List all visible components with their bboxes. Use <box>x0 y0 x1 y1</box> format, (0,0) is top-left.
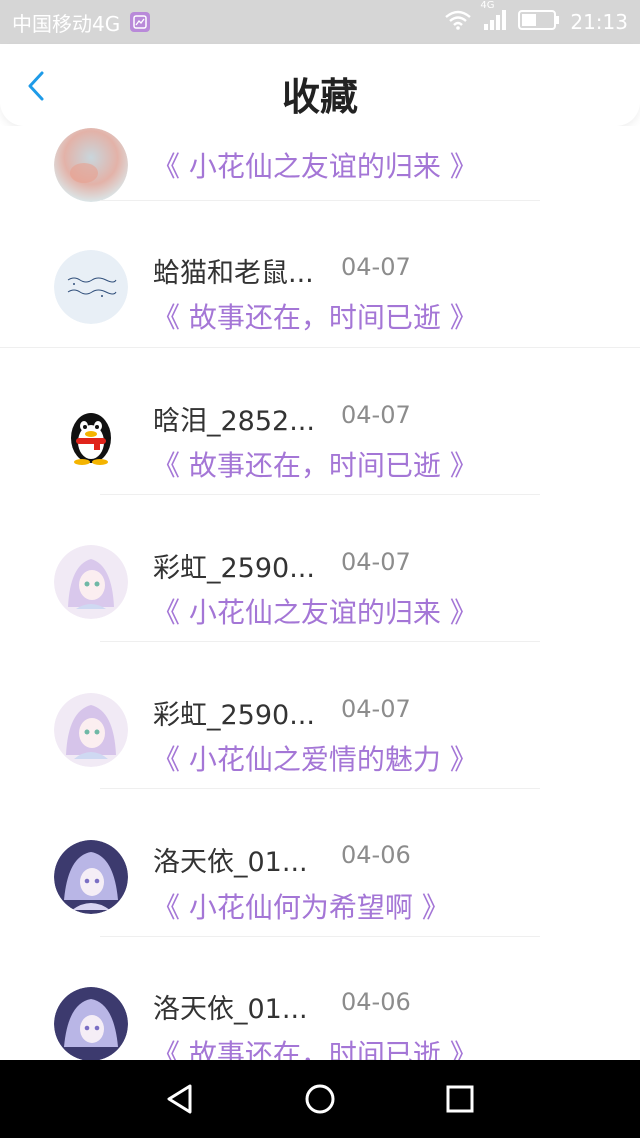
system-nav-bar <box>0 1060 640 1138</box>
user-name[interactable]: 洛天依_01... <box>153 987 308 1026</box>
list-item[interactable]: 晗泪_2852... 04-07 《 故事还在，时间已逝 》 <box>0 363 640 510</box>
user-name[interactable]: 洛天依_01... <box>153 840 308 879</box>
list-item[interactable]: 洛天依_01... 04-06 《 小花仙何为希望啊 》 <box>0 805 640 952</box>
story-title[interactable]: 《 故事还在，时间已逝 》 <box>152 444 478 484</box>
list-item[interactable]: 彩虹_2590... 04-07 《 小花仙之友谊的归来 》 <box>0 510 640 657</box>
story-title[interactable]: 《 小花仙之友谊的归来 》 <box>152 591 478 631</box>
divider <box>100 200 540 201</box>
divider <box>100 936 540 937</box>
avatar <box>54 987 128 1060</box>
circle-home-icon <box>305 1084 335 1114</box>
status-bar: 中国移动4G 4G 21:13 <box>0 0 640 44</box>
story-title[interactable]: 《 小花仙何为希望啊 》 <box>152 886 450 926</box>
story-title[interactable]: 《 故事还在，时间已逝 》 <box>152 1033 478 1060</box>
divider <box>100 641 540 642</box>
user-name[interactable]: 彩虹_2590... <box>153 546 315 585</box>
battery-icon <box>518 9 560 36</box>
story-title[interactable]: 《 故事还在，时间已逝 》 <box>152 296 478 336</box>
triangle-back-icon <box>167 1084 192 1114</box>
list-item[interactable]: 彩虹_2590... 04-07 《 小花仙之爱情的魅力 》 <box>0 657 640 804</box>
user-name[interactable]: 蛤猫和老鼠... <box>153 251 314 290</box>
avatar <box>54 545 128 619</box>
signal-4g-icon: 4G <box>480 0 508 37</box>
list-item[interactable]: 《 小花仙之友谊的归来 》 <box>0 126 640 202</box>
nav-recents-button[interactable] <box>430 1069 490 1129</box>
post-date: 04-07 <box>341 548 411 576</box>
post-date: 04-06 <box>341 988 411 1016</box>
square-recents-icon <box>446 1085 474 1113</box>
list-item[interactable]: 蛤猫和老鼠... 04-07 《 故事还在，时间已逝 》 <box>0 215 640 362</box>
avatar <box>54 250 128 324</box>
user-name[interactable]: 彩虹_2590... <box>153 693 315 732</box>
post-date: 04-06 <box>341 841 411 869</box>
network-badge: 4G <box>480 0 495 11</box>
story-title[interactable]: 《 小花仙之爱情的魅力 》 <box>152 738 478 778</box>
divider <box>100 494 540 495</box>
status-time: 21:13 <box>570 10 628 34</box>
page-title: 收藏 <box>281 75 358 119</box>
qq-penguin-avatar <box>54 396 128 470</box>
divider <box>100 788 540 789</box>
avatar <box>54 840 128 914</box>
favorites-list[interactable]: 《 小花仙之友谊的归来 》 蛤猫和老鼠... 04-07 《 故事还在，时间已逝… <box>0 126 640 1060</box>
avatar <box>54 693 128 767</box>
divider <box>0 347 640 348</box>
post-date: 04-07 <box>341 401 411 429</box>
header: 收藏 <box>0 44 640 126</box>
story-title[interactable]: 《 小花仙之友谊的归来 》 <box>152 145 478 185</box>
gallery-notification-icon <box>130 12 151 32</box>
carrier-label: 中国移动4G <box>12 11 121 36</box>
list-item[interactable]: 洛天依_01... 04-06 《 故事还在，时间已逝 》 <box>0 952 640 1060</box>
post-date: 04-07 <box>341 695 411 723</box>
nav-back-button[interactable] <box>150 1069 210 1129</box>
avatar <box>54 128 128 202</box>
nav-home-button[interactable] <box>290 1069 350 1129</box>
user-name[interactable]: 晗泪_2852... <box>153 399 315 438</box>
post-date: 04-07 <box>341 253 411 281</box>
wifi-icon <box>444 10 472 35</box>
